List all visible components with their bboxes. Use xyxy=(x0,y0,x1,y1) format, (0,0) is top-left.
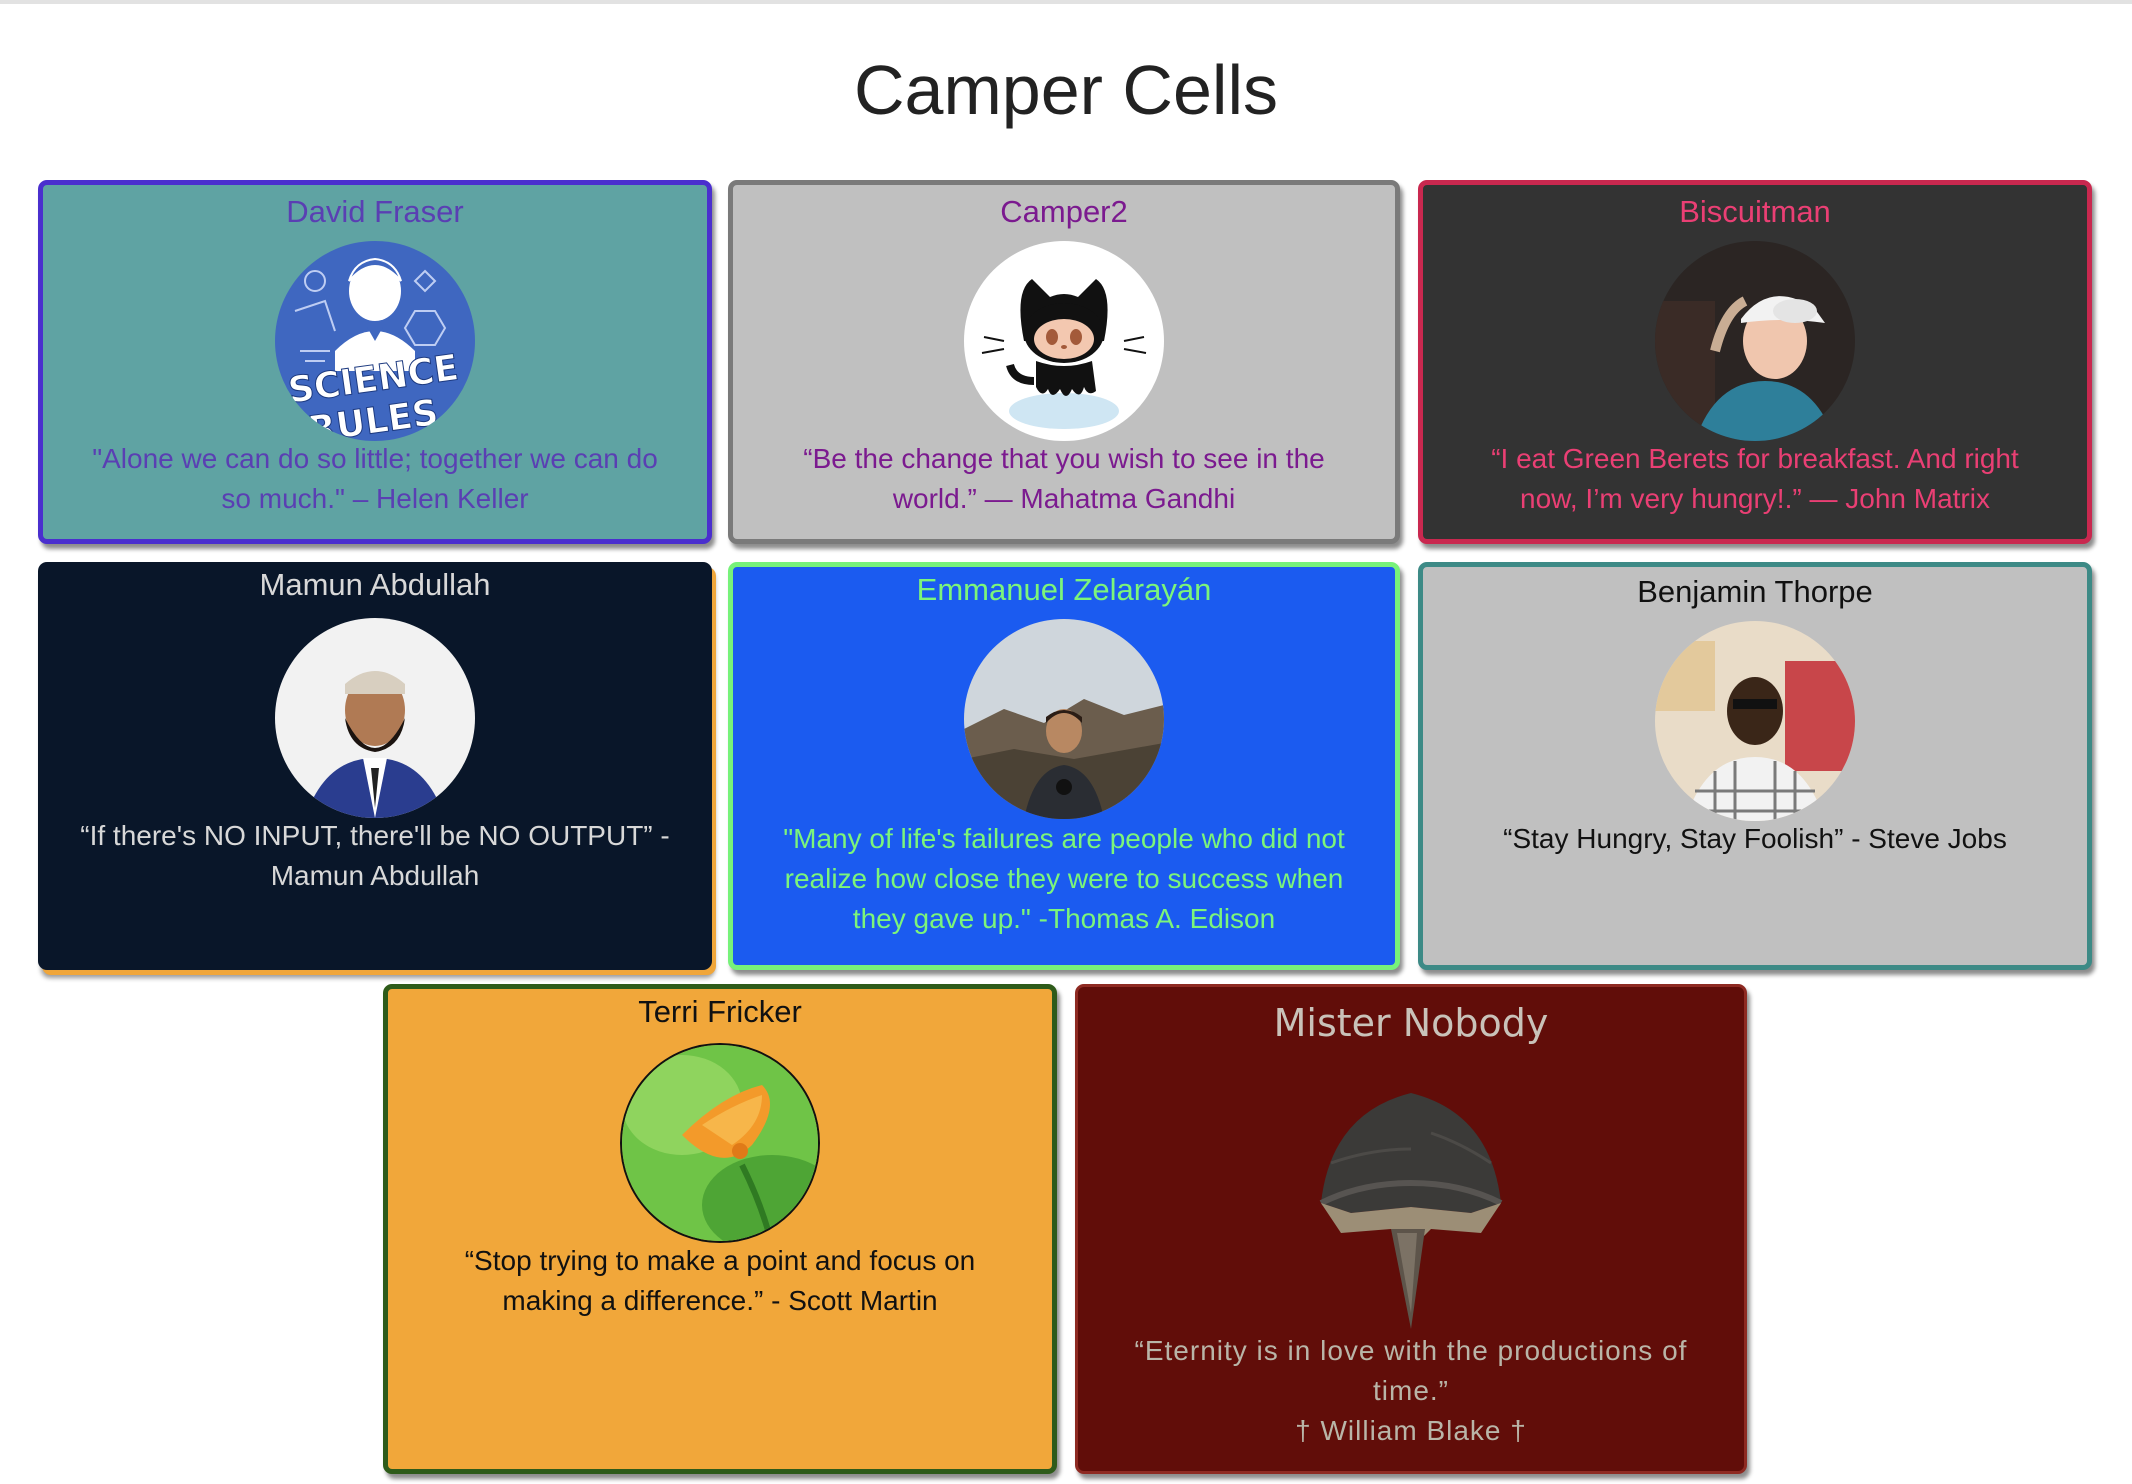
person-photo-icon xyxy=(275,618,475,818)
camper-name: Biscuitman xyxy=(1679,194,1831,229)
camper-name: David Fraser xyxy=(286,194,464,229)
top-border xyxy=(0,0,2132,4)
camper-quote: “Be the change that you wish to see in t… xyxy=(803,443,1325,514)
science-rules-avatar-icon: SCIENCE RULES xyxy=(275,241,475,441)
camper-quote-attribution: † William Blake † xyxy=(1295,1415,1527,1446)
camper-name: Mamun Abdullah xyxy=(259,567,491,602)
camper-name: Mister Nobody xyxy=(1273,1001,1549,1045)
orange-poppy-flower-icon xyxy=(620,1043,820,1243)
person-photo-icon xyxy=(964,619,1164,819)
person-photo-icon xyxy=(1655,621,1855,821)
camper-card-emmanuel-zelarayan: Emmanuel Zelarayán "Many of life's failu… xyxy=(728,562,1400,970)
camper-name: Benjamin Thorpe xyxy=(1637,574,1873,609)
camper-card-david-fraser: David Fraser SCIENCE RULES "Alone we can… xyxy=(38,180,712,544)
camper-name: Camper2 xyxy=(1000,194,1128,229)
camper-quote: “If there's NO INPUT, there'll be NO OUT… xyxy=(80,820,670,891)
camper-quote: "Alone we can do so little; together we … xyxy=(92,443,658,514)
page-title: Camper Cells xyxy=(854,51,1278,129)
camper-card-mamun-abdullah: Mamun Abdullah “If there's NO INPUT, the… xyxy=(38,562,712,970)
camper-quote: “I eat Green Berets for breakfast. And r… xyxy=(1491,443,2019,514)
camper-quote: “Stay Hungry, Stay Foolish” - Steve Jobs xyxy=(1503,823,2007,854)
octocat-avatar-icon xyxy=(964,241,1164,441)
camper-quote: “Eternity is in love with the production… xyxy=(1134,1335,1688,1406)
stone-mushroom-sculpture-icon xyxy=(1301,1063,1521,1333)
camper-card-benjamin-thorpe: Benjamin Thorpe “Stay Hungry, Stay Fooli… xyxy=(1418,562,2092,970)
camper-card-terri-fricker: Terri Fricker “Stop trying to make a poi… xyxy=(383,984,1057,1474)
camper-card-camper2: Camper2 “Be the change that you wish to … xyxy=(728,180,1400,544)
camper-quote: "Many of life's failures are people who … xyxy=(783,823,1345,934)
camper-card-mister-nobody: Mister Nobody “Eternity is in love with … xyxy=(1075,984,1747,1474)
camper-name: Terri Fricker xyxy=(638,994,802,1029)
camper-quote: “Stop trying to make a point and focus o… xyxy=(464,1245,976,1316)
camper-name: Emmanuel Zelarayán xyxy=(916,572,1212,607)
person-photo-icon xyxy=(1655,241,1855,441)
camper-card-biscuitman: Biscuitman “I eat Green Berets for break… xyxy=(1418,180,2092,544)
